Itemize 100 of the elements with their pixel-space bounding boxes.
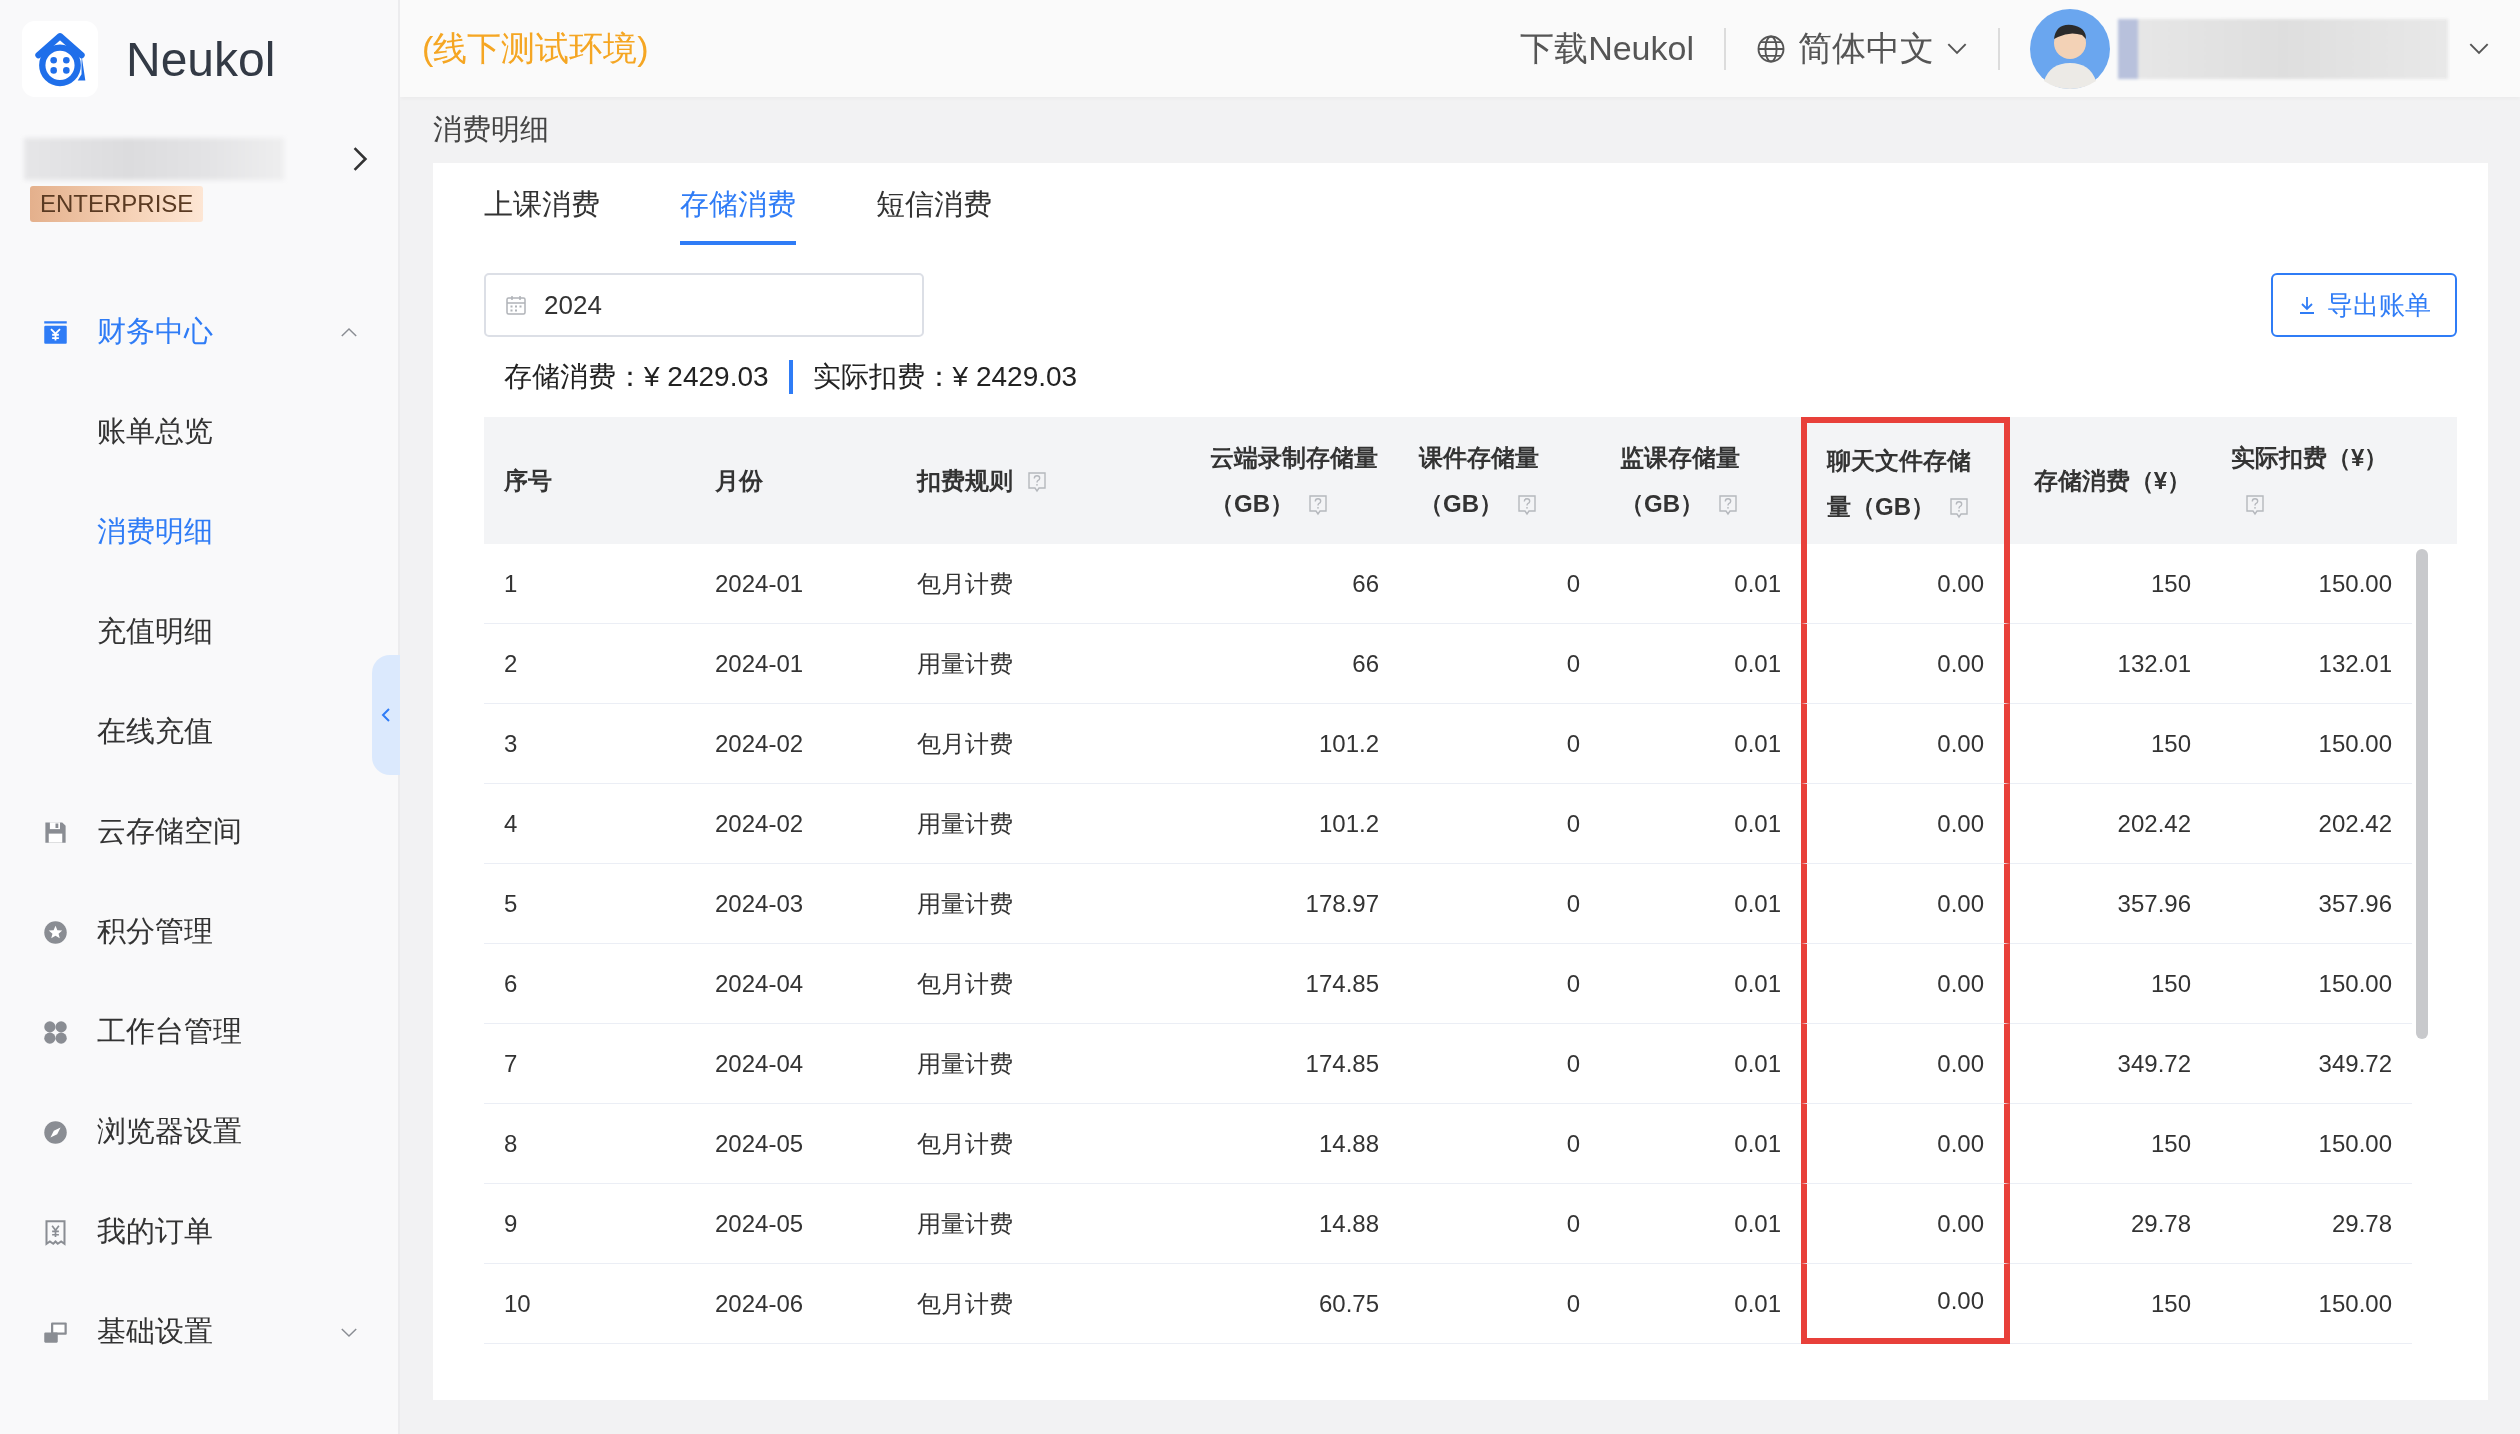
caret-icon [340,326,358,338]
download-link[interactable]: 下载Neukol [1520,25,1694,72]
table-cell: 357.96 [2211,864,2412,944]
calendar-icon [504,293,528,317]
table-cell: 101.2 [1190,704,1399,784]
help-icon[interactable] [1949,497,1969,520]
table-cell: 2024-01 [695,624,897,704]
menu-item[interactable]: 基础设置 [0,1282,398,1382]
table-cell: 60.75 [1190,1264,1399,1344]
table-cell: 349.72 [2211,1024,2412,1104]
table-cell: 349.72 [2010,1024,2211,1104]
scrollbar-thumb[interactable] [2416,549,2428,1039]
table-cell: 66 [1190,544,1399,624]
table-cell: 132.01 [2211,624,2412,704]
export-bill-button[interactable]: 导出账单 [2271,273,2457,337]
table-cell: 7 [484,1024,695,1104]
table-cell: 150 [2010,704,2211,784]
logo-icon [22,21,98,97]
menu-item[interactable]: 浏览器设置 [0,1082,398,1182]
caret-icon [340,1326,358,1338]
table-cell: 2024-02 [695,784,897,864]
submenu-item[interactable]: 在线充值 [0,682,358,782]
menu-item[interactable]: 工作台管理 [0,982,398,1082]
table-cell: 8 [484,1104,695,1184]
table-cell: 0.01 [1600,704,1801,784]
submenu-item[interactable]: 消费明细 [0,482,358,582]
table-cell: 2024-05 [695,1104,897,1184]
table-cell: 用量计费 [897,864,1190,944]
table-cell: 150.00 [2211,544,2412,624]
table-cell: 178.97 [1190,864,1399,944]
help-icon[interactable] [1308,494,1328,517]
table-cell: 4 [484,784,695,864]
column-header: 序号 [503,465,553,496]
table-cell: 0.00 [1801,1024,2010,1104]
help-icon[interactable] [1027,471,1047,494]
column-header: 月份 [714,465,764,496]
table-cell: 0 [1399,704,1600,784]
table-cell: 包月计费 [897,544,1190,624]
table-cell: 5 [484,864,695,944]
table-cell: 2024-02 [695,704,897,784]
help-icon[interactable] [1517,494,1537,517]
language-selector[interactable]: 简体中文 [1756,25,1968,72]
table-cell: 29.78 [2211,1184,2412,1264]
table-cell: 0.01 [1600,1024,1801,1104]
table-cell: 2024-06 [695,1264,897,1344]
download-icon [2297,295,2317,315]
help-icon[interactable] [2245,494,2265,517]
table-cell: 0 [1399,1264,1600,1344]
table-cell: 0.01 [1600,624,1801,704]
table-cell: 0.00 [1801,864,2010,944]
table-cell: 2024-05 [695,1184,897,1264]
submenu-item[interactable]: 账单总览 [0,382,358,482]
summary-total: 实际扣费：¥ 2429.03 [812,360,1078,394]
table-cell: 0 [1399,544,1600,624]
table-cell: 0.00 [1801,1264,2010,1344]
table-cell: 0.00 [1801,624,2010,704]
chevron-right-icon[interactable] [352,146,368,172]
table-cell: 14.88 [1190,1184,1399,1264]
table-cell: 101.2 [1190,784,1399,864]
menu-item[interactable]: 我的订单 [0,1182,398,1282]
column-header: 存储消费（¥） [2032,465,2192,496]
table-cell: 包月计费 [897,1104,1190,1184]
chevron-down-icon [1946,42,1968,55]
table-cell: 0 [1399,624,1600,704]
table-cell: 0.00 [1801,944,2010,1024]
table-cell: 9 [484,1184,695,1264]
receipt-icon [42,1218,69,1246]
table-cell: 174.85 [1190,944,1399,1024]
menu-item[interactable]: 财务中心 [0,282,398,382]
tab[interactable]: 上课消费 [484,185,600,245]
table-cell: 357.96 [2010,864,2211,944]
table-cell: 14.88 [1190,1104,1399,1184]
chevron-down-icon[interactable] [2468,42,2490,55]
collapse-handle[interactable] [372,655,400,775]
table-cell: 包月计费 [897,944,1190,1024]
table-cell: 0.01 [1600,1264,1801,1344]
table-cell: 用量计费 [897,624,1190,704]
submenu-item[interactable]: 充值明细 [0,582,358,682]
table-cell: 包月计费 [897,704,1190,784]
table-cell: 0.00 [1801,1104,2010,1184]
table-cell: 0.00 [1801,784,2010,864]
avatar[interactable] [2030,8,2110,89]
tab[interactable]: 短信消费 [876,185,992,245]
table-cell: 150 [2010,944,2211,1024]
table-cell: 0.01 [1600,864,1801,944]
tab[interactable]: 存储消费 [680,185,796,245]
wallet-icon [42,318,69,346]
column-header: 云端录制存储量（GB） [1209,442,1379,519]
year-picker-field[interactable]: 2024 [484,273,924,337]
table-cell: 2024-04 [695,1024,897,1104]
menu-item[interactable]: 云存储空间 [0,782,398,882]
table-cell: 2 [484,624,695,704]
table-cell: 用量计费 [897,1184,1190,1264]
app-name: Neukol [126,31,276,87]
table-cell: 150.00 [2211,1104,2412,1184]
table-cell: 0 [1399,1024,1600,1104]
help-icon[interactable] [1718,494,1738,517]
table-cell: 10 [484,1264,695,1344]
column-header: 扣费规则 [897,417,1190,544]
menu-item[interactable]: 积分管理 [0,882,398,982]
